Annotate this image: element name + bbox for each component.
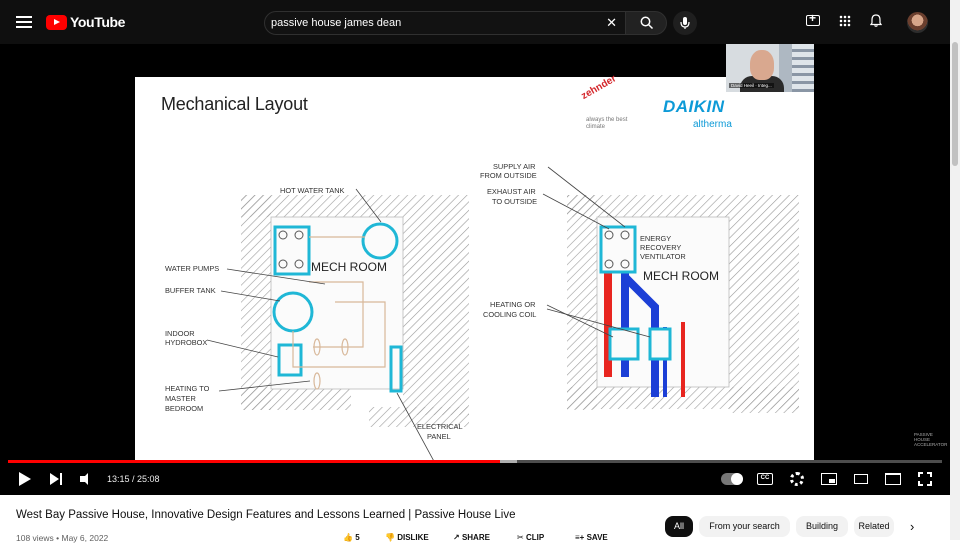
label-hot-water-tank: HOT WATER TANK <box>280 186 345 195</box>
label-heating-to: HEATING TO <box>165 384 210 393</box>
label-indoor: INDOOR <box>165 329 195 338</box>
share-label: SHARE <box>461 533 490 542</box>
miniplayer-icon[interactable] <box>821 473 837 485</box>
youtube-watch-page: YouTube passive house james dean ✕ + Mec… <box>0 0 950 543</box>
search-query[interactable]: passive house james dean <box>271 17 401 29</box>
youtube-logo-icon <box>46 14 67 30</box>
like-count: 5 <box>355 533 360 542</box>
label-heating-or: HEATING OR <box>490 300 536 309</box>
label-to-outside: TO OUTSIDE <box>492 197 538 206</box>
create-icon[interactable] <box>806 11 820 26</box>
chip-building[interactable]: Building <box>796 516 848 537</box>
volume-icon[interactable] <box>79 471 97 487</box>
like-button[interactable]: 👍 5 <box>343 533 360 542</box>
youtube-logo[interactable]: YouTube <box>46 12 125 32</box>
scrollbar-thumb[interactable] <box>952 42 958 166</box>
search-input[interactable]: passive house james dean ✕ <box>264 11 626 35</box>
label-water-pumps: WATER PUMPS <box>165 264 220 273</box>
right-mech-room-label: MECH ROOM <box>643 269 719 283</box>
label-buffer-tank: BUFFER TANK <box>165 286 216 295</box>
channel-watermark[interactable]: PASSIVE HOUSE ACCELERATOR <box>914 432 947 447</box>
progress-bar[interactable] <box>8 460 942 463</box>
chip-related[interactable]: Related <box>854 516 894 537</box>
clip-label: CLIP <box>525 533 545 542</box>
time-display: 13:15 / 25:08 <box>107 474 160 484</box>
save-label: SAVE <box>586 533 608 542</box>
label-recovery: RECOVERY <box>640 243 682 252</box>
label-exhaust-air: EXHAUST AIR <box>487 187 536 196</box>
clip-button[interactable]: ✂ CLIP <box>517 533 544 542</box>
player-controls: 13:15 / 25:08 CC <box>0 464 950 495</box>
bell-icon[interactable] <box>870 14 882 27</box>
label-hydrobox: HYDROBOX <box>165 338 208 347</box>
fullscreen-icon[interactable] <box>918 472 932 486</box>
settings-icon[interactable] <box>790 472 804 486</box>
chips-next-icon[interactable]: › <box>910 519 914 534</box>
menu-icon[interactable] <box>14 13 34 31</box>
clear-search-icon[interactable]: ✕ <box>606 15 617 31</box>
youtube-logo-text: YouTube <box>70 14 126 30</box>
label-panel: PANEL <box>427 432 451 441</box>
avatar[interactable] <box>907 12 928 33</box>
cast-icon[interactable] <box>885 473 901 485</box>
label-electrical: ELECTRICAL <box>417 422 463 431</box>
masthead: YouTube passive house james dean ✕ <box>0 0 950 44</box>
dislike-button[interactable]: 👎 DISLIKE <box>385 533 429 542</box>
presentation-slide: Mechanical Layout zehnder always the bes… <box>135 73 814 460</box>
chip-from-your-search[interactable]: From your search <box>699 516 790 537</box>
label-ventilator: VENTILATOR <box>640 252 686 261</box>
next-icon[interactable] <box>48 471 66 487</box>
presenter-webcam: David Heeil · Integ... <box>726 44 814 92</box>
label-supply-air: SUPPLY AIR <box>493 162 536 171</box>
label-energy: ENERGY <box>640 234 672 243</box>
label-from-outside: FROM OUTSIDE <box>480 171 537 180</box>
cc-icon[interactable]: CC <box>757 473 773 485</box>
video-player[interactable]: Mechanical Layout zehnder always the bes… <box>0 44 950 495</box>
label-master: MASTER <box>165 394 196 403</box>
dislike-label: DISLIKE <box>397 533 429 542</box>
label-bedroom: BEDROOM <box>165 404 204 413</box>
play-icon[interactable] <box>16 471 34 487</box>
chip-all[interactable]: All <box>665 516 693 537</box>
left-mech-room-label: MECH ROOM <box>311 260 387 274</box>
page-scrollbar[interactable] <box>950 0 960 540</box>
share-button[interactable]: ↗ SHARE <box>453 533 490 542</box>
voice-search-button[interactable] <box>673 11 697 35</box>
video-title: West Bay Passive House, Innovative Desig… <box>16 509 516 521</box>
presenter-head <box>750 50 774 80</box>
apps-icon[interactable] <box>839 15 851 27</box>
search-button[interactable] <box>625 11 667 35</box>
label-cooling-coil: COOLING COIL <box>483 310 537 319</box>
theater-icon[interactable] <box>854 474 868 484</box>
webcam-background-shelf <box>792 44 814 92</box>
mic-icon <box>680 17 690 29</box>
progress-played <box>8 460 501 463</box>
webcam-name-tag: David Heeil · Integ... <box>729 83 774 88</box>
video-views-date[interactable]: 108 views • May 6, 2022 <box>16 533 108 543</box>
autoplay-toggle[interactable] <box>721 473 743 485</box>
save-button[interactable]: ≡+ SAVE <box>575 533 608 542</box>
search-icon <box>640 16 654 30</box>
